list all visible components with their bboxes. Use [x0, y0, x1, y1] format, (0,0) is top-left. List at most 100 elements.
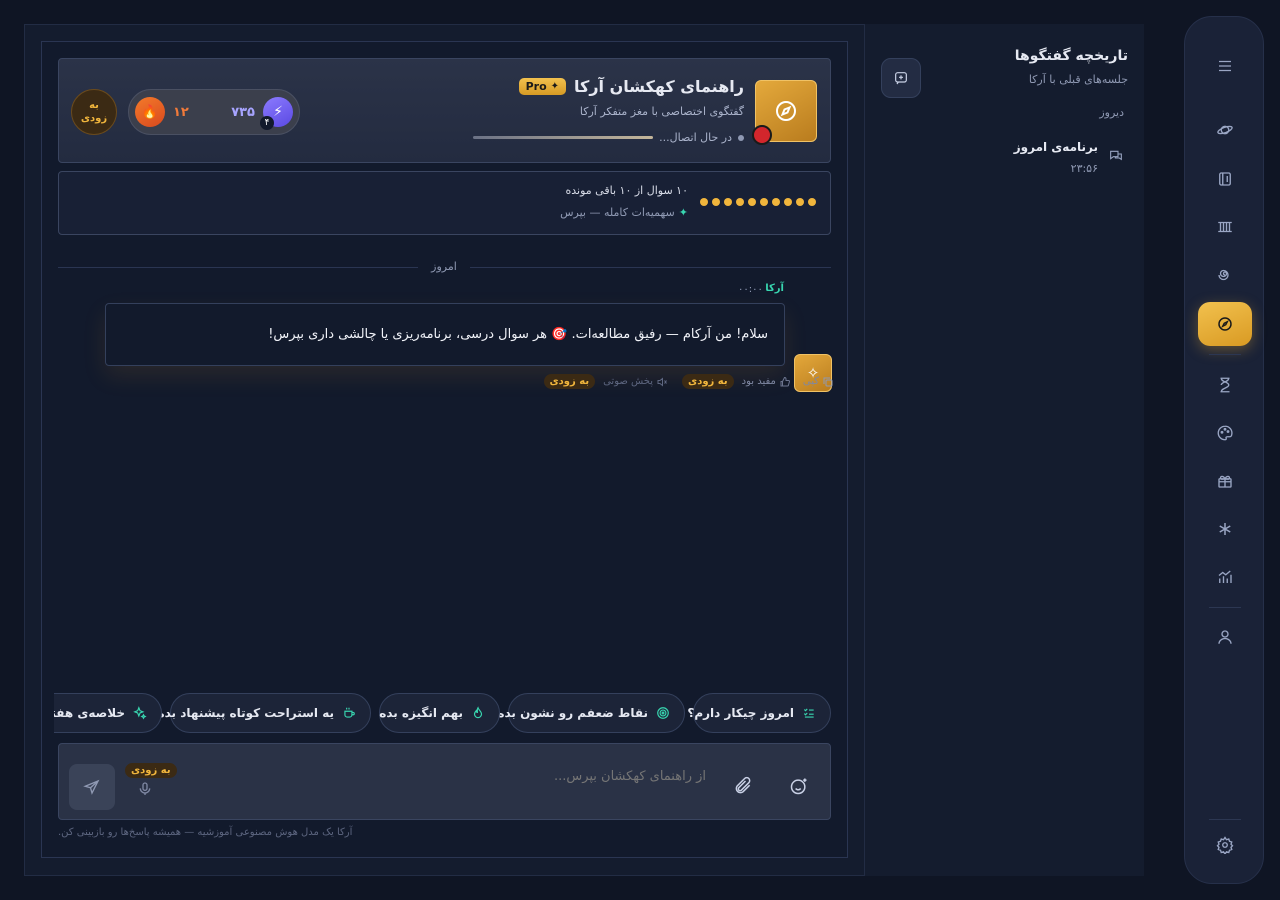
send-button[interactable] — [69, 764, 115, 810]
quota-dot — [736, 198, 744, 206]
send-icon — [83, 779, 100, 795]
nav-columns[interactable] — [1198, 205, 1252, 249]
connection-progress — [473, 136, 654, 139]
audio-button[interactable]: پخش صوتی — [603, 376, 668, 388]
target-icon — [657, 707, 669, 719]
nav-profile[interactable] — [1198, 615, 1252, 659]
speaker-icon — [657, 376, 667, 387]
sender-name: آرکا — [765, 283, 784, 294]
suggestion-chip[interactable]: یه استراحت کوتاه پیشنهاد بده — [158, 693, 371, 733]
message-time: ۰۰:۰۰ — [738, 284, 763, 295]
nav-planet[interactable] — [1198, 108, 1252, 152]
quota-dot — [748, 198, 756, 206]
soon-label: به زودی — [80, 100, 108, 124]
helpful-label: مفید بود — [741, 376, 776, 387]
spiral-icon — [1218, 269, 1229, 281]
suggestion-label: یه استراحت کوتاه پیشنهاد بده — [157, 706, 334, 720]
quota-dot — [760, 198, 768, 206]
quota-dot — [796, 198, 804, 206]
settings-button[interactable] — [1198, 823, 1252, 867]
copy-icon — [823, 377, 833, 386]
nav-gift[interactable] — [1198, 459, 1252, 503]
streak-value: ۱۲ — [173, 104, 189, 120]
suggestion-label: خلاصه‌ی هفته — [54, 706, 125, 720]
emoji-icon — [790, 778, 807, 795]
planet-icon — [1217, 125, 1233, 135]
icon-rail — [1184, 16, 1264, 884]
sparkle-asterisk-icon — [1219, 523, 1231, 535]
mic-soon-label: به زودی — [125, 763, 177, 778]
suggestion-chip[interactable]: بهم انگیزه بده — [379, 693, 500, 733]
suggestion-label: بهم انگیزه بده — [379, 706, 463, 720]
suggestion-label: امروز چیکار دارم؟ — [687, 706, 794, 720]
message-actions: کپی مفید بود به زودی پخش صوتی به زودی — [543, 374, 835, 389]
nav-book[interactable] — [1198, 157, 1252, 201]
status-dot — [752, 125, 772, 145]
rail-separator — [1209, 354, 1241, 355]
emoji-button[interactable] — [788, 775, 810, 797]
suggestion-chip[interactable]: نقاط ضعفم رو نشون بده — [497, 693, 685, 733]
attach-button[interactable] — [732, 775, 754, 797]
header-subtitle: گفتگوی اختصاصی با مغز متفکر آرکا — [579, 105, 744, 118]
history-item[interactable]: برنامه‌ی امروز ۲۳:۵۶ — [880, 136, 1128, 186]
quota-sub: ✦ سهمیه‌ات کامله — بپرس — [560, 206, 688, 219]
history-item-time: ۲۳:۵۶ — [1070, 162, 1098, 175]
paperclip-icon — [735, 776, 751, 794]
settings-icon — [1216, 836, 1234, 854]
rail-separator — [1209, 607, 1241, 608]
status-text: در حال اتصال... — [659, 131, 732, 144]
gift-icon — [1218, 475, 1232, 488]
compass-icon — [1218, 317, 1232, 331]
quota-sub-label: سهمیه‌ات کامله — بپرس — [560, 206, 675, 219]
quota-dot — [700, 198, 708, 206]
divider-line — [470, 267, 831, 268]
nav-stats[interactable] — [1198, 555, 1252, 599]
history-item-title: برنامه‌ی امروز — [1013, 140, 1098, 154]
disclaimer: آرکا یک مدل هوش مصنوعی آموزشیه — همیشه پ… — [58, 827, 353, 838]
nav-hourglass[interactable] — [1198, 363, 1252, 407]
sparkles-icon — [133, 706, 147, 720]
nav-asterisk[interactable] — [1198, 507, 1252, 551]
quota-dot — [808, 198, 816, 206]
menu-button[interactable] — [1198, 44, 1252, 88]
divider-line — [58, 267, 418, 268]
compass-icon — [776, 101, 796, 121]
assistant-message: سلام! من آرکام — رفیق مطالعه‌ات. 🎯 هر سو… — [105, 303, 785, 366]
history-subtitle: جلسه‌های قبلی با آرکا — [1028, 73, 1128, 86]
user-icon — [1218, 630, 1232, 644]
nav-palette[interactable] — [1198, 411, 1252, 455]
flame-outline-icon — [473, 706, 483, 719]
soon-badge: به زودی — [71, 89, 117, 135]
connection-status: در حال اتصال... — [473, 131, 744, 144]
helpful-button[interactable]: مفید بود — [742, 376, 791, 388]
nav-compass-active[interactable] — [1198, 302, 1252, 346]
nav-spiral[interactable] — [1198, 253, 1252, 297]
sparkle-icon: ✦ — [550, 81, 560, 92]
message-input[interactable] — [246, 764, 706, 788]
quota-card: ۱۰ سوال از ۱۰ باقی مونده ✦ سهمیه‌ات کامل… — [58, 171, 831, 235]
history-group-label: دیروز — [1099, 106, 1124, 119]
chat-bubbles-icon — [1110, 150, 1122, 161]
checklist-icon — [803, 708, 814, 718]
suggestion-label: نقاط ضعفم رو نشون بده — [497, 706, 648, 720]
header-title-row: راهنمای کهکشان آرکا ✦ Pro — [518, 77, 744, 96]
streak-stat: 🔥 ۱۲ — [135, 97, 189, 127]
mic-button[interactable] — [135, 779, 155, 799]
level-badge: ۴ — [260, 116, 274, 130]
pro-label: Pro — [525, 80, 547, 93]
columns-icon — [1218, 221, 1232, 233]
sparkle-icon: ✦ — [678, 206, 688, 219]
pro-badge: ✦ Pro — [518, 78, 567, 95]
suggestion-chip[interactable]: امروز چیکار دارم؟ — [687, 693, 831, 733]
new-chat-button[interactable] — [881, 58, 921, 98]
thumbs-up-icon — [780, 376, 790, 386]
bolt-icon: ⚡ ۴ — [260, 97, 293, 130]
suggestion-chip[interactable]: خلاصه‌ی هفته — [54, 693, 162, 733]
helpful-soon-badge: به زودی — [682, 374, 734, 389]
audio-soon-badge: به زودی — [543, 374, 596, 389]
copy-button[interactable]: کپی — [803, 376, 834, 388]
stats-icon — [1218, 570, 1232, 583]
composer: به زودی — [58, 743, 831, 820]
history-panel: تاریخچه گفتگوها جلسه‌های قبلی با آرکا دی… — [864, 24, 1144, 876]
rail-separator — [1209, 819, 1241, 820]
